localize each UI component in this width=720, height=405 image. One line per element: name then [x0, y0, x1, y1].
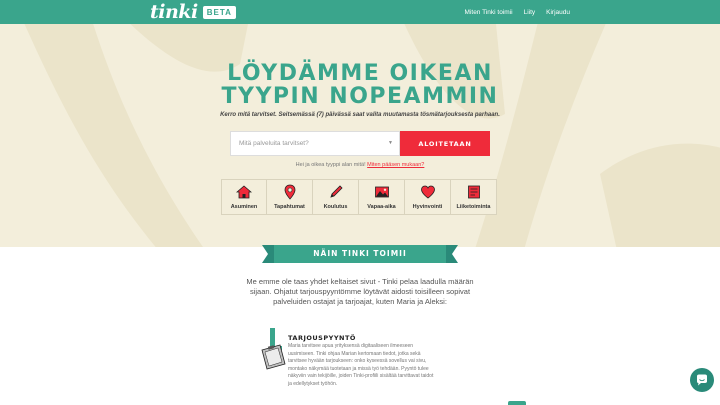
category-vapaa-aika[interactable]: Vapaa-aika	[359, 179, 405, 215]
help-line: Hei ja oikea tyyppi alan mitä! Miten pää…	[295, 162, 425, 168]
dropdown-caret-icon[interactable]: ▼	[388, 140, 393, 146]
chat-bubble-icon	[697, 374, 707, 386]
nav-login[interactable]: Kirjaudu	[546, 9, 570, 16]
service-search-input[interactable]	[239, 140, 389, 147]
picture-icon	[374, 186, 389, 198]
category-grid: Asuminen Tapahtumat Koulutus Vapaa-aika	[221, 179, 497, 215]
section-ribbon-title: NÄIN TINKI TOIMII	[313, 249, 407, 258]
category-liiketoiminta[interactable]: Liiketoiminta	[451, 179, 497, 215]
how-to-join-link[interactable]: Miten pääsen mukaan?	[367, 162, 424, 168]
category-asuminen[interactable]: Asuminen	[221, 179, 267, 215]
beta-badge: BETA	[202, 5, 236, 19]
category-hyvinvointi[interactable]: Hyvinvointi	[405, 179, 451, 215]
step-description: Maria tarvitsee apua yrityksensä digitaa…	[288, 343, 434, 387]
start-button[interactable]: ALOITETAAN	[400, 131, 490, 156]
intro-paragraph: Me emme ole taas yhdet keltaiset sivut -…	[246, 277, 474, 306]
location-pin-icon	[284, 184, 295, 200]
nav-how-it-works[interactable]: Miten Tinki toimii	[465, 9, 513, 16]
hero-section: LÖYDÄMME OIKEAN TYYPIN NOPEAMMIN Kerro m…	[0, 24, 720, 247]
house-icon	[236, 185, 252, 199]
nav-join[interactable]: Liity	[524, 9, 536, 16]
clipboard-illustration-icon	[261, 328, 286, 370]
step-title: TARJOUSPYYNTÖ	[288, 334, 356, 342]
tinki-logo[interactable]: tinki BETA	[150, 2, 236, 22]
category-koulutus[interactable]: Koulutus	[313, 179, 359, 215]
main-nav: Miten Tinki toimii Liity Kirjaudu	[465, 0, 570, 24]
hero-subtitle: Kerro mitä tarvitset. Seitsemässä (7) pä…	[220, 112, 500, 118]
hero-title: LÖYDÄMME OIKEAN TYYPIN NOPEAMMIN	[221, 61, 499, 109]
chat-button[interactable]	[690, 368, 714, 392]
logo-wordmark: tinki	[150, 1, 198, 23]
heart-icon	[420, 185, 435, 199]
bottom-accent	[508, 401, 526, 405]
document-icon	[467, 185, 480, 199]
category-tapahtumat[interactable]: Tapahtumat	[267, 179, 313, 215]
top-navigation-bar: tinki BETA Miten Tinki toimii Liity Kirj…	[0, 0, 720, 24]
pencil-icon	[329, 185, 343, 198]
service-search-field[interactable]: ▼	[230, 131, 400, 156]
